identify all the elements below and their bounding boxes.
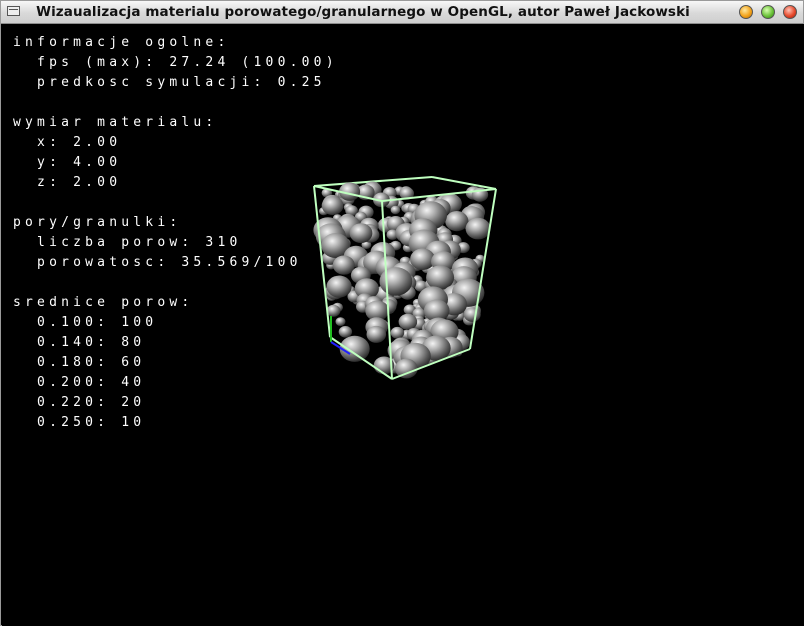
pore-sphere <box>321 196 344 216</box>
window-menu-icon[interactable] <box>7 6 20 16</box>
pore-sphere <box>338 326 353 338</box>
pore-sphere <box>390 205 401 215</box>
opengl-viewport[interactable]: informacje ogolne: fps (max): 27.24 (100… <box>2 24 804 626</box>
app-window: Wizaualizacja materialu porowatego/granu… <box>0 0 804 626</box>
porous-material-render <box>313 176 497 380</box>
pore-sphere <box>349 223 373 244</box>
pore-sphere <box>366 325 387 343</box>
pore-sphere <box>390 326 405 339</box>
close-button[interactable] <box>783 5 797 19</box>
pore-sphere <box>445 211 469 232</box>
maximize-button[interactable] <box>761 5 775 19</box>
pore-sphere <box>394 358 418 379</box>
pore-sphere <box>398 313 418 330</box>
minimize-button[interactable] <box>739 5 753 19</box>
pore-sphere <box>335 317 346 326</box>
pore-sphere <box>332 255 355 275</box>
pore-sphere <box>463 307 481 322</box>
pore-spheres <box>313 181 491 379</box>
window-title: Wizaualizacja materialu porowatego/granu… <box>36 4 690 20</box>
pore-sphere <box>339 335 370 362</box>
box-edge <box>431 176 497 190</box>
title-bar[interactable]: Wizaualizacja materialu porowatego/granu… <box>1 1 803 24</box>
pore-sphere <box>326 275 352 298</box>
pore-sphere <box>465 217 491 240</box>
pore-sphere <box>379 267 413 296</box>
